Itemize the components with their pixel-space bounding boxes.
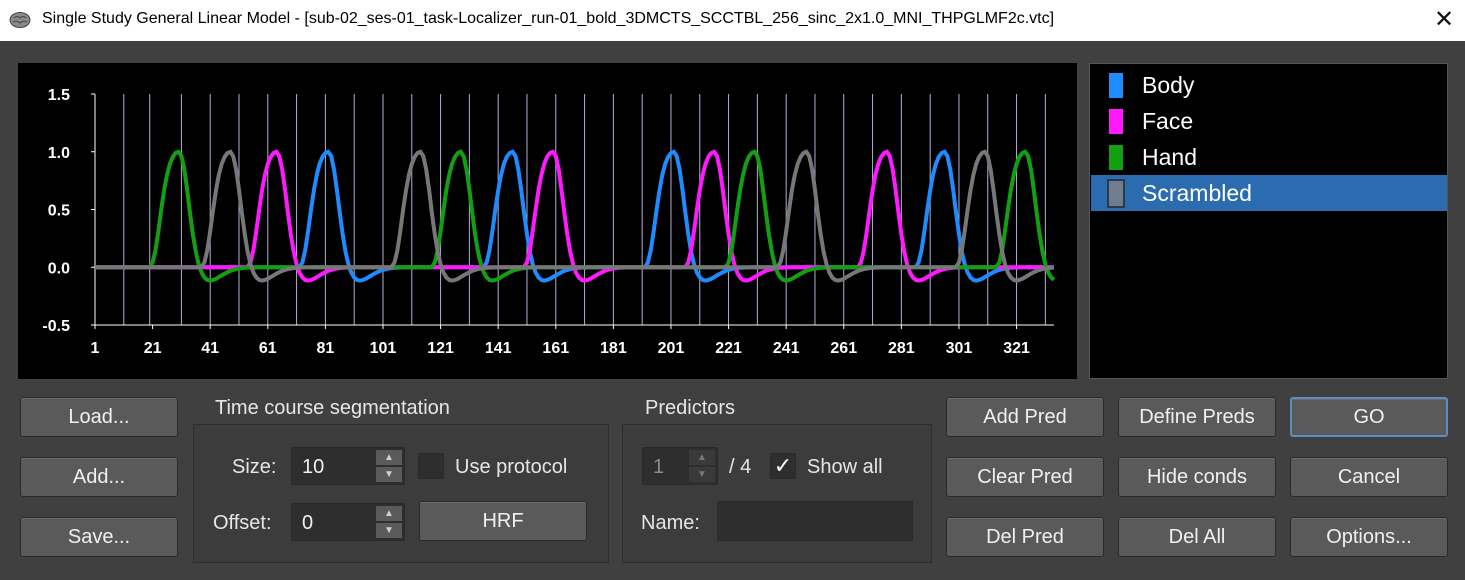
x-tick-label: 21 bbox=[144, 340, 162, 357]
legend-swatch bbox=[1109, 109, 1123, 134]
offset-spinbox[interactable]: 0 ▲ ▼ bbox=[291, 503, 405, 541]
x-tick-label: 101 bbox=[370, 340, 397, 357]
show-all-checkbox[interactable]: ✓ bbox=[770, 453, 796, 479]
spin-up-icon[interactable]: ▲ bbox=[376, 506, 402, 521]
x-tick-label: 1 bbox=[91, 340, 100, 357]
hide-conds-button[interactable]: Hide conds bbox=[1118, 457, 1276, 497]
y-tick-label: 1.0 bbox=[48, 145, 70, 162]
legend-item-hand[interactable]: Hand bbox=[1091, 139, 1447, 175]
size-value: 10 bbox=[302, 456, 325, 478]
spin-up-icon[interactable]: ▲ bbox=[376, 450, 402, 465]
spin-up-icon[interactable]: ▲ bbox=[689, 450, 715, 465]
cancel-button[interactable]: Cancel bbox=[1290, 457, 1448, 497]
show-all-label: Show all bbox=[807, 456, 883, 478]
predictor-chart: 1.51.00.50.0-0.51 21 41 61 81 101 121 141 161 181… bbox=[42, 87, 1056, 357]
predictor-total-label: / 4 bbox=[729, 456, 752, 478]
segmentation-group bbox=[193, 424, 609, 563]
x-tick-label: 241 bbox=[773, 340, 800, 357]
add-button[interactable]: Add... bbox=[20, 457, 178, 497]
size-label: Size: bbox=[232, 456, 277, 478]
close-icon[interactable]: ✕ bbox=[1431, 7, 1457, 33]
spin-down-icon[interactable]: ▼ bbox=[376, 467, 402, 482]
options-button[interactable]: Options... bbox=[1290, 517, 1448, 557]
predictor-name-input[interactable] bbox=[717, 501, 913, 541]
y-tick-label: 0.5 bbox=[48, 203, 70, 220]
x-tick-label: 181 bbox=[600, 340, 627, 357]
y-tick-label: -0.5 bbox=[42, 318, 70, 335]
title-bar: Single Study General Linear Model - [sub… bbox=[0, 0, 1465, 41]
brain-app-icon bbox=[9, 12, 31, 28]
x-tick-label: 281 bbox=[888, 340, 915, 357]
define-preds-button[interactable]: Define Preds bbox=[1118, 397, 1276, 437]
offset-label: Offset: bbox=[213, 512, 272, 534]
legend-swatch bbox=[1109, 145, 1123, 170]
legend-item-face[interactable]: Face bbox=[1091, 103, 1447, 139]
x-tick-label: 261 bbox=[830, 340, 857, 357]
legend-label: Hand bbox=[1142, 144, 1197, 170]
time-course-plot: 1.5 1.0 0.5 0.0 -0.5 1 21 41 61 81 101 121 141 161 181… bbox=[18, 63, 1077, 379]
segmentation-group-title: Time course segmentation bbox=[215, 397, 450, 419]
legend-label: Face bbox=[1142, 108, 1194, 134]
legend-swatch bbox=[1107, 179, 1125, 208]
predictors-group-title: Predictors bbox=[645, 397, 736, 419]
use-protocol-checkbox[interactable] bbox=[418, 453, 444, 479]
del-pred-button[interactable]: Del Pred bbox=[946, 517, 1104, 557]
predictor-legend: Body Face Hand Scrambled bbox=[1089, 63, 1448, 379]
clear-pred-button[interactable]: Clear Pred bbox=[946, 457, 1104, 497]
x-tick-label: 121 bbox=[427, 340, 454, 357]
x-tick-label: 221 bbox=[715, 340, 742, 357]
x-tick-label: 301 bbox=[946, 340, 973, 357]
del-all-button[interactable]: Del All bbox=[1118, 517, 1276, 557]
legend-item-body[interactable]: Body bbox=[1091, 67, 1447, 103]
legend-item-scrambled[interactable]: Scrambled bbox=[1091, 175, 1447, 211]
spin-down-icon[interactable]: ▼ bbox=[689, 467, 715, 482]
x-tick-label: 61 bbox=[259, 340, 277, 357]
legend-swatch bbox=[1109, 73, 1123, 98]
hrf-button[interactable]: HRF bbox=[419, 501, 587, 541]
legend-label: Scrambled bbox=[1142, 180, 1252, 206]
predictors-group bbox=[622, 424, 932, 563]
offset-value: 0 bbox=[302, 512, 314, 534]
use-protocol-label: Use protocol bbox=[455, 456, 568, 478]
y-tick-label: 1.5 bbox=[48, 87, 70, 104]
predictor-name-label: Name: bbox=[641, 512, 700, 534]
spin-down-icon[interactable]: ▼ bbox=[376, 523, 402, 538]
x-tick-label: 41 bbox=[201, 340, 219, 357]
x-tick-label: 141 bbox=[485, 340, 512, 357]
legend-label: Body bbox=[1142, 72, 1195, 98]
add-pred-button[interactable]: Add Pred bbox=[946, 397, 1104, 437]
window-title: Single Study General Linear Model - [sub… bbox=[42, 10, 1055, 27]
predictor-index-spinbox[interactable]: 1 ▲ ▼ bbox=[642, 447, 718, 485]
size-spinbox[interactable]: 10 ▲ ▼ bbox=[291, 447, 405, 485]
save-button[interactable]: Save... bbox=[20, 517, 178, 557]
go-button[interactable]: GO bbox=[1290, 397, 1448, 437]
x-tick-label: 201 bbox=[658, 340, 685, 357]
load-button[interactable]: Load... bbox=[20, 397, 178, 437]
predictor-index-value: 1 bbox=[653, 456, 665, 478]
x-tick-label: 161 bbox=[542, 340, 569, 357]
y-tick-label: 0.0 bbox=[48, 260, 70, 277]
x-tick-label: 321 bbox=[1003, 340, 1030, 357]
x-tick-label: 81 bbox=[316, 340, 334, 357]
